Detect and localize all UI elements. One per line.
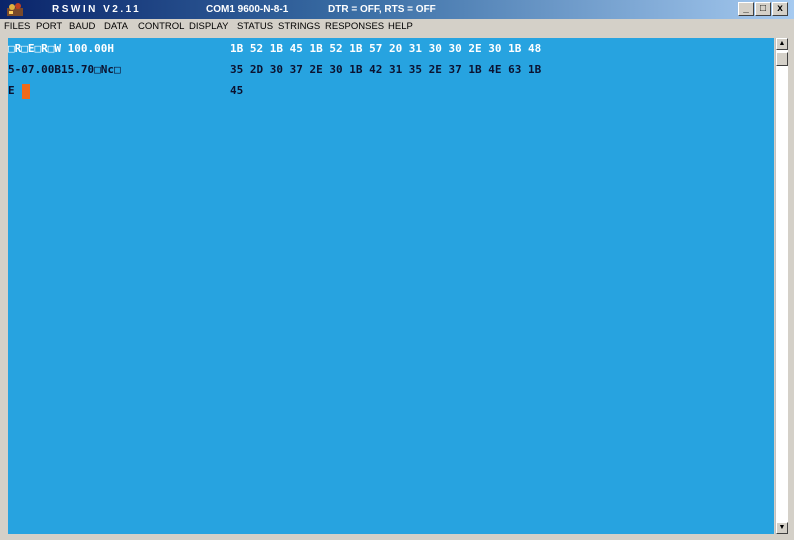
line-status: DTR = OFF, RTS = OFF <box>328 4 436 15</box>
ascii-line-1: □R□E□R□W 100.00H <box>8 42 114 55</box>
ascii-line-3: E <box>8 84 15 97</box>
menu-responses[interactable]: RESPONSES <box>325 19 384 35</box>
hex-line-2: 35 2D 30 37 2E 30 1B 42 31 35 2E 37 1B 4… <box>230 63 542 76</box>
menu-strings[interactable]: STRINGS <box>278 19 320 35</box>
vertical-scrollbar[interactable]: ▲ ▼ <box>775 38 788 534</box>
rswin-window: RSWIN V2.11 COM1 9600-N-8-1 DTR = OFF, R… <box>0 0 794 540</box>
menu-data[interactable]: DATA <box>104 19 128 35</box>
close-button[interactable]: x <box>772 2 788 16</box>
menu-status[interactable]: STATUS <box>237 19 273 35</box>
menu-port[interactable]: PORT <box>36 19 62 35</box>
app-title: RSWIN V2.11 <box>52 4 142 15</box>
app-icon <box>7 3 23 16</box>
menu-control[interactable]: CONTROL <box>138 19 184 35</box>
arrow-up-icon[interactable]: ▲ <box>776 38 788 50</box>
hex-line-3: 45 <box>230 84 244 97</box>
ascii-line-2: 5-07.00B15.70□Nc□ <box>8 63 121 76</box>
hex-line-1: 1B 52 1B 45 1B 52 1B 57 20 31 30 30 2E 3… <box>230 42 542 55</box>
menu-bar: FILES PORT BAUD DATA CONTROL DISPLAY STA… <box>0 19 794 35</box>
title-bar[interactable]: RSWIN V2.11 COM1 9600-N-8-1 DTR = OFF, R… <box>0 0 794 19</box>
bottom-border <box>8 534 774 540</box>
terminal-display[interactable]: □R□E□R□W 100.00H 5-07.00B15.70□Nc□ E 1B … <box>8 38 774 534</box>
menu-display[interactable]: DISPLAY <box>189 19 228 35</box>
menu-help[interactable]: HELP <box>388 19 413 35</box>
window-controls: _ □ x <box>738 2 788 17</box>
port-settings: COM1 9600-N-8-1 <box>206 4 289 15</box>
arrow-down-icon[interactable]: ▼ <box>776 522 788 534</box>
minimize-button[interactable]: _ <box>738 2 754 16</box>
text-cursor <box>22 84 30 99</box>
menu-baud[interactable]: BAUD <box>69 19 95 35</box>
maximize-button[interactable]: □ <box>755 2 771 16</box>
scroll-thumb[interactable] <box>776 52 788 66</box>
menu-files[interactable]: FILES <box>4 19 30 35</box>
